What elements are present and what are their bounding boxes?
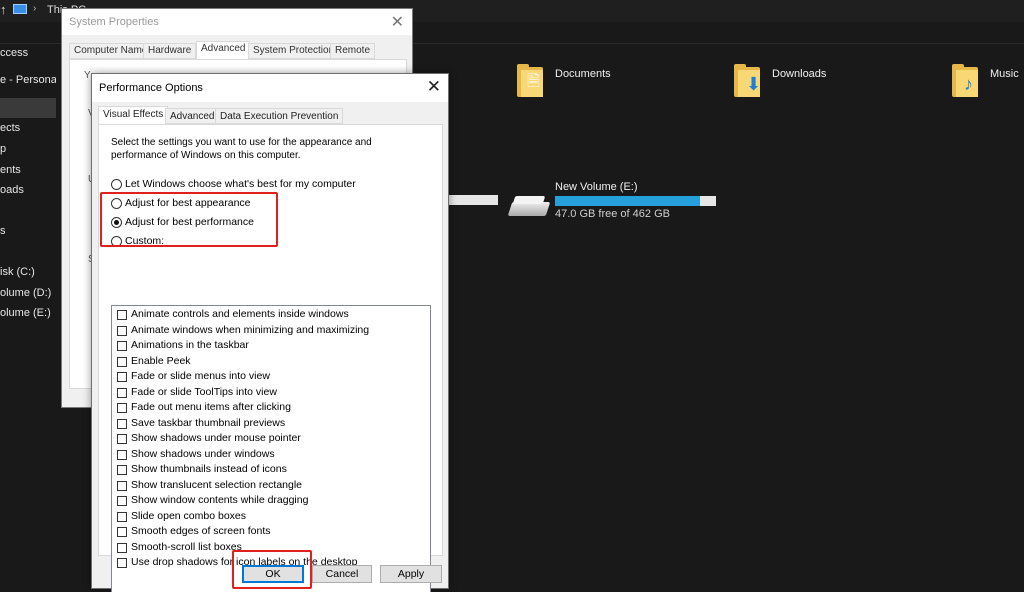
- drive-usage-bar-partial: [448, 195, 498, 205]
- checkbox[interactable]: [117, 403, 127, 413]
- nav-item-desktop[interactable]: p: [0, 143, 6, 155]
- documents-folder-icon: 🗎: [517, 64, 545, 98]
- nav-item-local-disk-c[interactable]: isk (C:): [0, 266, 35, 278]
- performance-options-dialog: Performance Options ✕ Visual Effects Adv…: [91, 73, 449, 592]
- tab-advanced[interactable]: Advanced: [196, 41, 251, 60]
- this-pc-icon: [13, 4, 27, 14]
- visual-effects-panel: Select the settings you want to use for …: [98, 124, 443, 592]
- checkbox-label: Animate windows when minimizing and maxi…: [131, 323, 370, 336]
- close-icon[interactable]: ✕: [427, 77, 441, 97]
- checkbox[interactable]: [117, 434, 127, 444]
- system-properties-titlebar[interactable]: System Properties ✕: [62, 9, 412, 35]
- checkbox[interactable]: [117, 372, 127, 382]
- hard-drive-icon: [507, 202, 551, 216]
- drive-usage-fill: [555, 196, 700, 206]
- visual-effects-description: Select the settings you want to use for …: [111, 137, 372, 161]
- checkbox-label: Fade or slide menus into view: [131, 370, 270, 382]
- checkbox-label: Show shadows under windows: [131, 447, 275, 460]
- visual-effects-checklist[interactable]: Animate controls and elements inside win…: [111, 305, 431, 592]
- faint-text: Y: [84, 70, 91, 81]
- drive-name: New Volume (E:): [555, 181, 638, 193]
- drive-usage-bar: [555, 196, 716, 206]
- checkbox-label: Show thumbnails instead of icons: [131, 463, 287, 475]
- dialog-title: Performance Options: [99, 82, 203, 94]
- folder-label: Downloads: [772, 68, 827, 80]
- checkbox-label: Save taskbar thumbnail previews: [131, 416, 286, 429]
- ok-button[interactable]: OK: [242, 565, 304, 583]
- checkbox[interactable]: [117, 558, 127, 568]
- checkbox-label: Slide open combo boxes: [131, 509, 246, 522]
- drive-new-volume-e[interactable]: New Volume (E:) 47.0 GB free of 462 GB: [507, 180, 720, 224]
- nav-item-videos[interactable]: s: [0, 225, 6, 237]
- checkbox[interactable]: [117, 387, 127, 398]
- nav-item-documents[interactable]: ents: [0, 164, 21, 176]
- downloads-folder-icon: ⬇: [734, 64, 762, 98]
- checkbox-label: Enable Peek: [131, 354, 191, 367]
- checkbox[interactable]: [117, 341, 127, 351]
- checkbox-label: Animate controls and elements inside win…: [131, 308, 349, 320]
- tab-system-protection[interactable]: System Protection: [248, 43, 340, 59]
- radio-button[interactable]: [111, 179, 122, 190]
- checkbox-label: Smooth-scroll list boxes: [131, 540, 242, 553]
- nav-item-volume-e[interactable]: olume (E:): [0, 307, 51, 319]
- navigation-pane: ccess e - Personal ects p ents oads s is…: [0, 44, 59, 592]
- nav-item-onedrive-personal[interactable]: e - Personal: [0, 74, 59, 86]
- checkbox[interactable]: [117, 465, 127, 475]
- apply-button[interactable]: Apply: [380, 565, 442, 583]
- music-folder-icon: ♪: [952, 64, 980, 98]
- tab-advanced[interactable]: Advanced: [165, 108, 220, 124]
- nav-item-downloads[interactable]: oads: [0, 184, 24, 196]
- highlight-radio-options: [100, 192, 278, 247]
- radio-label: Let Windows choose what's best for my co…: [125, 178, 356, 190]
- tab-computer-name[interactable]: Computer Name: [69, 43, 153, 59]
- checkbox[interactable]: [117, 310, 127, 320]
- checkbox[interactable]: [117, 527, 127, 537]
- nav-item-objects[interactable]: ects: [0, 122, 20, 134]
- checkbox[interactable]: [117, 325, 127, 336]
- chevron-right-icon[interactable]: ›: [33, 3, 36, 14]
- checkbox-label: Fade or slide ToolTips into view: [131, 385, 277, 398]
- checkbox-label: Show translucent selection rectangle: [131, 478, 303, 491]
- close-icon[interactable]: ✕: [391, 12, 404, 32]
- folder-label: Documents: [555, 68, 611, 80]
- checkbox-label: Show window contents while dragging: [131, 494, 309, 506]
- checkbox[interactable]: [117, 496, 127, 506]
- tab-remote[interactable]: Remote: [330, 43, 376, 59]
- window-title: System Properties: [69, 16, 159, 28]
- up-arrow-icon[interactable]: ↑: [0, 2, 7, 17]
- checkbox-label: Animations in the taskbar: [131, 339, 249, 351]
- cancel-button[interactable]: Cancel: [312, 565, 372, 583]
- checkbox[interactable]: [117, 356, 127, 367]
- nav-item-quick-access[interactable]: ccess: [0, 47, 28, 59]
- checkbox[interactable]: [117, 449, 127, 460]
- nav-item-volume-d[interactable]: olume (D:): [0, 287, 51, 299]
- checkbox[interactable]: [117, 542, 127, 553]
- checkbox-label: Smooth edges of screen fonts: [131, 525, 271, 537]
- tab-hardware[interactable]: Hardware: [143, 43, 197, 59]
- checkbox-label: Fade out menu items after clicking: [131, 401, 291, 413]
- tab-data-execution-prevention[interactable]: Data Execution Prevention: [215, 108, 344, 124]
- checkbox-label: Show shadows under mouse pointer: [131, 432, 301, 444]
- nav-item-this-pc[interactable]: [0, 98, 56, 118]
- checkbox[interactable]: [117, 418, 127, 429]
- tab-visual-effects[interactable]: Visual Effects: [98, 106, 169, 125]
- drive-free-space: 47.0 GB free of 462 GB: [555, 208, 670, 220]
- folder-label: Music: [990, 68, 1019, 80]
- checkbox[interactable]: [117, 511, 127, 522]
- checkbox[interactable]: [117, 480, 127, 491]
- performance-options-titlebar[interactable]: Performance Options ✕: [92, 74, 448, 102]
